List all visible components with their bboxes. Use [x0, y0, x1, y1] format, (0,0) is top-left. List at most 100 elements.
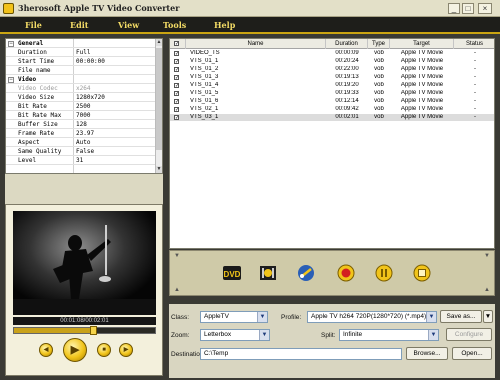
property-value[interactable]: 2500 — [76, 103, 90, 111]
next-icon[interactable]: ▶ — [119, 343, 133, 357]
collapse-icon[interactable]: − — [8, 77, 14, 83]
property-value[interactable]: False — [76, 148, 94, 156]
property-row[interactable]: Same Quality False — [6, 148, 156, 156]
browse-button[interactable]: Browse... — [406, 347, 448, 360]
pause-icon[interactable] — [374, 264, 394, 282]
file-row[interactable]: ✓ VTS_01_1 00:20:24 vob Apple TV Movie - — [170, 58, 494, 65]
property-value[interactable]: 128 — [76, 121, 87, 129]
split-value: Infinite — [343, 331, 363, 338]
row-checkbox[interactable]: ✓ — [174, 91, 179, 97]
property-row[interactable]: Buffer Size 128 — [6, 121, 156, 129]
property-row[interactable]: Bit Rate Max 7000 — [6, 112, 156, 120]
file-row[interactable]: ✓ VTS_01_2 00:22:00 vob Apple TV Movie - — [170, 66, 494, 73]
title-bar: 3herosoft Apple TV Video Converter _ □ × — [0, 0, 500, 17]
row-checkbox[interactable]: ✓ — [174, 51, 179, 57]
row-checkbox[interactable]: ✓ — [174, 67, 179, 73]
convert-icon[interactable] — [336, 264, 356, 282]
property-value[interactable]: 31 — [76, 157, 83, 165]
cell-type: vob — [374, 50, 384, 56]
profile-label: Profile: — [281, 314, 302, 321]
property-value[interactable]: 1280x720 — [76, 94, 105, 102]
destination-field[interactable]: C:\Temp — [200, 348, 402, 360]
row-checkbox[interactable]: ✓ — [174, 83, 179, 89]
cell-duration: 00:02:01 — [335, 114, 359, 120]
property-key: Video Size — [18, 94, 55, 101]
file-row[interactable]: ✓ VIDEO_TS 00:00:09 vob Apple TV Movie - — [170, 50, 494, 57]
class-label: Class: — [171, 314, 190, 321]
chevron-down-icon[interactable]: ▼ — [257, 312, 267, 322]
header-check[interactable]: ✓ — [170, 39, 186, 49]
property-row[interactable]: Level 31 — [6, 157, 156, 165]
profile-select[interactable]: Apple TV h264 720P(1280*720) (*.mp4) ▼ — [307, 311, 437, 323]
file-row[interactable]: ✓ VTS_01_6 00:12:14 vob Apple TV Movie - — [170, 98, 494, 105]
column-name[interactable]: Name — [186, 39, 326, 49]
minimize-button[interactable]: _ — [448, 3, 460, 14]
stop-icon[interactable] — [412, 264, 432, 282]
add-file-icon[interactable] — [258, 264, 278, 282]
property-row[interactable]: Aspect Auto — [6, 139, 156, 147]
open-button[interactable]: Open... — [452, 347, 492, 360]
file-row[interactable]: ✓ VTS_01_4 00:19:20 vob Apple TV Movie - — [170, 82, 494, 89]
property-value[interactable]: 7000 — [76, 112, 90, 120]
settings-icon[interactable] — [296, 264, 316, 282]
row-checkbox[interactable]: ✓ — [174, 107, 179, 113]
file-list[interactable]: ✓ Name Duration Type Target Status ✓ VIDE… — [169, 38, 495, 249]
chevron-down-icon[interactable]: ▼ — [426, 312, 436, 322]
column-status[interactable]: Status — [454, 39, 494, 49]
menu-tools[interactable]: Tools — [163, 20, 186, 30]
left-spacer — [5, 174, 163, 204]
close-button[interactable]: × — [478, 3, 492, 14]
row-checkbox[interactable]: ✓ — [174, 75, 179, 81]
property-section[interactable]: − General — [6, 40, 156, 48]
property-row[interactable]: File name — [6, 67, 156, 75]
menu-view[interactable]: View — [118, 20, 139, 30]
save-as-button[interactable]: Save as... — [440, 310, 482, 323]
row-checkbox[interactable]: ✓ — [174, 99, 179, 105]
property-row[interactable]: Frame Rate 23.97 — [6, 130, 156, 138]
property-value[interactable]: Auto — [76, 139, 90, 147]
properties-scrollbar[interactable]: ▲ ▼ — [155, 39, 162, 173]
configure-button[interactable]: Configure — [446, 328, 492, 341]
menu-help[interactable]: Help — [214, 20, 235, 30]
property-section[interactable]: − Video — [6, 76, 156, 84]
property-value[interactable]: 00:00:00 — [76, 58, 105, 66]
column-type[interactable]: Type — [368, 39, 390, 49]
column-target[interactable]: Target — [390, 39, 454, 49]
property-row[interactable]: Video Size 1280x720 — [6, 94, 156, 102]
scroll-thumb[interactable] — [156, 48, 162, 150]
file-row[interactable]: ✓ VTS_03_1 00:02:01 vob Apple TV Movie - — [170, 114, 494, 121]
prev-icon[interactable]: ◀ — [39, 343, 53, 357]
column-duration[interactable]: Duration — [326, 39, 368, 49]
file-row[interactable]: ✓ VTS_01_5 00:19:33 vob Apple TV Movie - — [170, 90, 494, 97]
file-row[interactable]: ✓ VTS_02_1 00:09:42 vob Apple TV Movie - — [170, 106, 494, 113]
property-row[interactable]: Video Codec x264 — [6, 85, 156, 93]
add-dvd-icon[interactable]: DVD — [222, 264, 242, 282]
scroll-down-icon[interactable]: ▼ — [156, 166, 162, 173]
property-row[interactable]: Bit Rate 2500 — [6, 103, 156, 111]
menu-edit[interactable]: Edit — [70, 20, 88, 30]
row-checkbox[interactable]: ✓ — [174, 59, 179, 65]
property-value[interactable]: 23.97 — [76, 130, 94, 138]
stop-icon[interactable]: ■ — [97, 343, 111, 357]
chevron-down-icon[interactable]: ▼ — [259, 330, 269, 340]
property-row[interactable]: Start Time 00:00:00 — [6, 58, 156, 66]
save-as-menu-icon[interactable]: ▼ — [483, 310, 493, 323]
maximize-button[interactable]: □ — [462, 3, 474, 14]
cell-duration: 00:09:42 — [335, 106, 359, 112]
scroll-up-icon[interactable]: ▲ — [156, 39, 162, 46]
property-value[interactable]: x264 — [76, 85, 90, 93]
row-checkbox[interactable]: ✓ — [174, 115, 179, 121]
property-row[interactable]: Duration Full — [6, 49, 156, 57]
seek-bar[interactable] — [13, 326, 156, 335]
collapse-icon[interactable]: − — [8, 41, 14, 47]
file-row[interactable]: ✓ VTS_01_3 00:19:13 vob Apple TV Movie - — [170, 74, 494, 81]
split-select[interactable]: Infinite ▼ — [339, 329, 439, 341]
chevron-down-icon[interactable]: ▼ — [428, 330, 438, 340]
profile-value: Apple TV h264 720P(1280*720) (*.mp4) — [311, 313, 427, 320]
class-select[interactable]: AppleTV ▼ — [200, 311, 268, 323]
menu-file[interactable]: File — [25, 20, 42, 30]
play-icon[interactable]: ▶ — [63, 338, 87, 362]
zoom-select[interactable]: Letterbox ▼ — [200, 329, 270, 341]
seek-handle[interactable] — [90, 326, 97, 335]
property-value[interactable]: Full — [76, 49, 90, 57]
